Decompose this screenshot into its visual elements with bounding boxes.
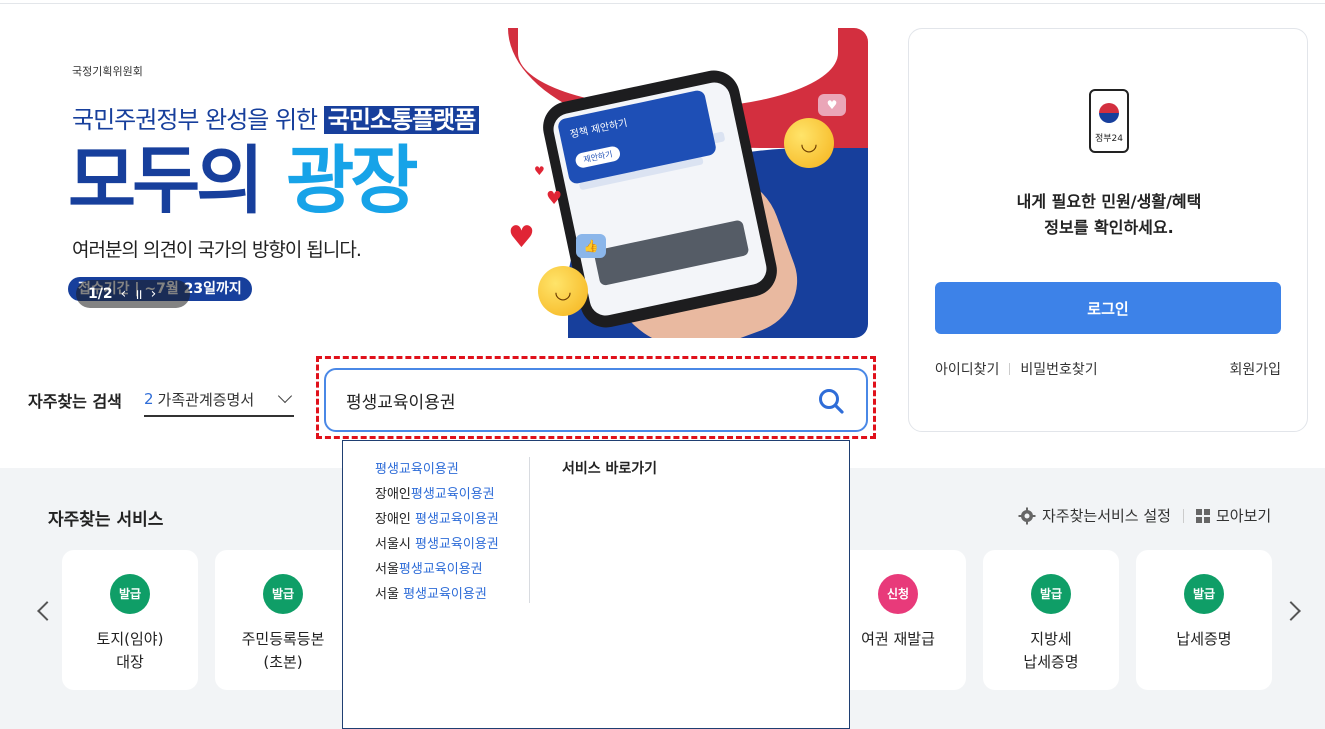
banner-title: 모두의 광장 <box>68 138 418 224</box>
service-name: 지방세 납세증명 <box>1023 630 1079 671</box>
suggestion-divider <box>529 457 530 603</box>
suggestion-item[interactable]: 장애인 평생교육이용권 <box>375 507 499 532</box>
service-name: 토지(임야) 대장 <box>96 630 164 671</box>
services-settings-link[interactable]: 자주찾는서비스 설정 <box>1042 505 1171 526</box>
service-card[interactable]: 발급 주민등록등본 (초본) <box>215 550 351 690</box>
services-title: 자주찾는 서비스 <box>48 510 164 530</box>
promo-banner[interactable]: 정책 제안하기 제안하기 ◡ ◡ ♥ ♥ ♥ ♥ 👍 국정기획위원회 국민주권정… <box>50 28 868 338</box>
pager-count: 1/2 <box>88 286 113 302</box>
frequent-search-rank: 2 <box>144 390 154 408</box>
pager-pause-icon[interactable]: ॥ <box>134 285 142 304</box>
search-input[interactable] <box>346 384 806 416</box>
service-name: 주민등록등본 (초본) <box>241 630 325 671</box>
find-password-link[interactable]: 비밀번호찾기 <box>1020 359 1097 379</box>
pager-next-icon[interactable]: › <box>151 286 157 302</box>
service-badge: 발급 <box>1184 574 1224 614</box>
account-links: 아이디찾기 비밀번호찾기 회원가입 <box>935 359 1281 379</box>
service-card[interactable]: 발급 토지(임야) 대장 <box>62 550 198 690</box>
view-all-link[interactable]: 모아보기 <box>1216 505 1271 526</box>
frequent-search-label: 자주찾는 검색 <box>28 392 122 411</box>
service-badge: 발급 <box>1031 574 1071 614</box>
service-card[interactable]: 발급 납세증명 <box>1136 550 1272 690</box>
heart-icon: ♥ <box>508 220 535 255</box>
banner-subtitle: 여러분의 의견이 국가의 방향이 됩니다. <box>72 239 362 261</box>
suggestion-item[interactable]: 평생교육이용권 <box>375 457 499 482</box>
banner-headline: 국민주권정부 완성을 위한 국민소통플랫폼 <box>72 100 480 135</box>
service-name: 납세증명 <box>1176 630 1232 648</box>
heart-bubble-icon: ♥ <box>818 94 846 116</box>
service-shortcut-title: 서비스 바로가기 <box>562 461 658 477</box>
heart-icon: ♥ <box>534 164 545 178</box>
suggestion-item[interactable]: 장애인평생교육이용권 <box>375 482 499 507</box>
top-divider <box>0 0 1325 4</box>
service-badge: 발급 <box>263 574 303 614</box>
search-icon[interactable] <box>816 386 846 416</box>
gear-icon <box>1018 507 1036 524</box>
suggestion-item[interactable]: 서울평생교육이용권 <box>375 557 499 582</box>
grin-emoji-icon: ◡ <box>538 266 588 316</box>
suggestion-list: 평생교육이용권 장애인평생교육이용권 장애인 평생교육이용권 서울시 평생교육이… <box>375 457 499 607</box>
banner-org: 국정기획위원회 <box>72 65 143 78</box>
grid-icon <box>1195 508 1210 523</box>
service-card[interactable]: 발급 지방세 납세증명 <box>983 550 1119 690</box>
service-badge: 신청 <box>878 574 918 614</box>
smile-emoji-icon: ◡ <box>784 118 834 168</box>
frequent-search-term: 가족관계증명서 <box>157 390 255 409</box>
heart-icon: ♥ <box>546 188 563 209</box>
search-suggestions: 평생교육이용권 장애인평생교육이용권 장애인 평생교육이용권 서울시 평생교육이… <box>342 440 850 729</box>
banner-pager: 1/2 ‹ ॥ › <box>76 280 190 308</box>
search-box <box>324 368 868 432</box>
service-name: 여권 재발급 <box>861 630 935 648</box>
signup-link[interactable]: 회원가입 <box>1229 359 1281 379</box>
service-card[interactable]: 신청 여권 재발급 <box>830 550 966 690</box>
pager-prev-icon[interactable]: ‹ <box>121 286 127 302</box>
frequent-search-select[interactable]: 2 가족관계증명서 <box>144 383 294 417</box>
login-button[interactable]: 로그인 <box>935 282 1281 334</box>
service-badge: 발급 <box>110 574 150 614</box>
thumbs-up-bubble-icon: 👍 <box>576 234 606 258</box>
login-panel: 정부24 내게 필요한 민원/생활/혜택 정보를 확인하세요. 로그인 아이디찾… <box>908 28 1308 432</box>
find-id-link[interactable]: 아이디찾기 <box>935 359 999 379</box>
suggestion-item[interactable]: 서울 평생교육이용권 <box>375 582 499 607</box>
gov24-logo-icon: 정부24 <box>1089 89 1129 153</box>
suggestion-item[interactable]: 서울시 평생교육이용권 <box>375 532 499 557</box>
login-message: 내게 필요한 민원/생활/혜택 정보를 확인하세요. <box>1016 192 1202 237</box>
chevron-down-icon <box>277 388 293 404</box>
services-tools: 자주찾는서비스 설정 모아보기 <box>1018 505 1271 526</box>
